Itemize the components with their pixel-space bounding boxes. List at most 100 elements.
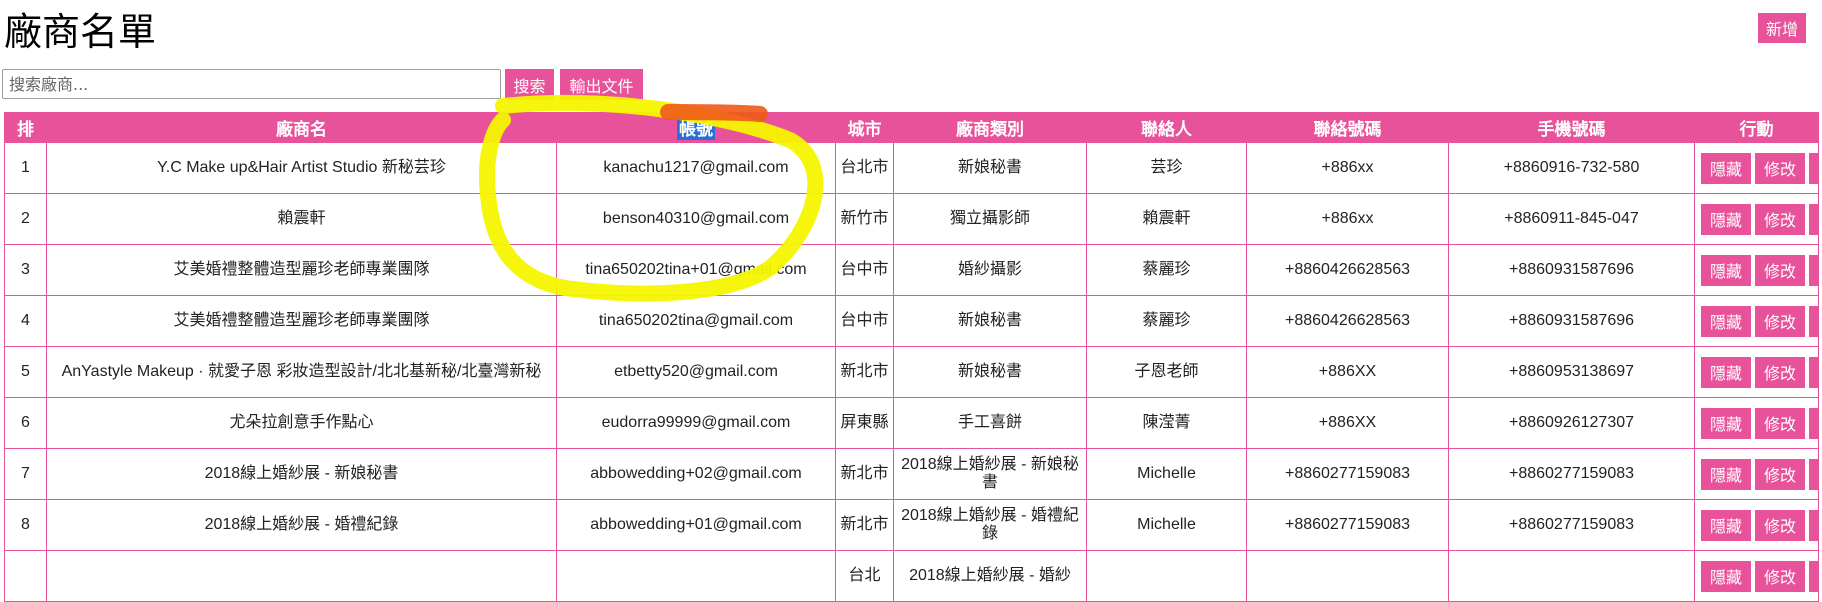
edit-button[interactable]: 修改 — [1755, 356, 1805, 388]
hide-button[interactable]: 隱藏 — [1701, 254, 1751, 286]
table-row: 1 Y.C Make up&Hair Artist Studio 新秘芸珍 kana… — [4, 142, 1819, 194]
column-header-account[interactable]: 帳號 — [556, 112, 836, 143]
cell-rank: 3 — [4, 244, 47, 296]
cell-account: abbowedding+02@gmail.com — [556, 448, 836, 500]
cell-vendor-name: Y.C Make up&Hair Artist Studio 新秘芸珍 — [46, 142, 557, 194]
hide-button[interactable]: 隱藏 — [1701, 305, 1751, 337]
column-header-vendor-type[interactable]: 廠商類別 — [893, 112, 1087, 143]
column-header-phone[interactable]: 聯絡號碼 — [1246, 112, 1449, 143]
cell-vendor-type: 手工喜餅 — [893, 397, 1087, 449]
cell-actions: 隱藏修改刪除 — [1694, 448, 1819, 500]
cell-city: 屏東縣 — [835, 397, 894, 449]
hide-button[interactable]: 隱藏 — [1701, 560, 1751, 592]
hide-button[interactable]: 隱藏 — [1701, 458, 1751, 490]
cell-account: abbowedding+01@gmail.com — [556, 499, 836, 551]
cell-vendor-type: 新娘秘書 — [893, 295, 1087, 347]
cell-mobile: +8860277159083 — [1448, 448, 1695, 500]
table-header-row: 排 廠商名 帳號 城市 廠商類別 聯絡人 聯絡號碼 手機號碼 行動 — [4, 112, 1819, 143]
delete-button[interactable]: 刪除 — [1809, 152, 1818, 184]
cell-city: 台中市 — [835, 244, 894, 296]
cell-actions: 隱藏修改刪除 — [1694, 397, 1819, 449]
cell-rank: 7 — [4, 448, 47, 500]
delete-button[interactable]: 刪除 — [1809, 407, 1818, 439]
add-vendor-button[interactable]: 新增 — [1758, 13, 1806, 43]
cell-city: 新北市 — [835, 448, 894, 500]
cell-city: 台北市 — [835, 142, 894, 194]
cell-actions: 隱藏修改刪除 — [1694, 193, 1819, 245]
search-input[interactable] — [2, 69, 501, 99]
cell-rank: 6 — [4, 397, 47, 449]
edit-button[interactable]: 修改 — [1755, 203, 1805, 235]
cell-account: tina650202tina+01@gmail.com — [556, 244, 836, 296]
edit-button[interactable]: 修改 — [1755, 254, 1805, 286]
cell-vendor-name: 尤朵拉創意手作點心 — [46, 397, 557, 449]
cell-vendor-name: AnYastyle Makeup · 就愛子恩 彩妝造型設計/北北基新秘/北臺灣… — [46, 346, 557, 398]
cell-phone — [1246, 550, 1449, 602]
hide-button[interactable]: 隱藏 — [1701, 509, 1751, 541]
delete-button[interactable]: 刪除 — [1809, 203, 1818, 235]
table-row: 7 2018線上婚紗展 - 新娘秘書 abbowedding+02@gmail.co… — [4, 448, 1819, 500]
table-row: 台北2018線上婚紗展 - 婚紗 隱藏修改刪除 — [4, 550, 1819, 602]
delete-button[interactable]: 刪除 — [1809, 356, 1818, 388]
cell-actions: 隱藏修改刪除 — [1694, 295, 1819, 347]
cell-mobile: +8860916-732-580 — [1448, 142, 1695, 194]
column-header-vendor-name[interactable]: 廠商名 — [46, 112, 557, 143]
cell-phone: +886XX — [1246, 346, 1449, 398]
column-header-rank[interactable]: 排 — [4, 112, 47, 143]
cell-mobile: +8860953138697 — [1448, 346, 1695, 398]
table-row: 5 AnYastyle Makeup · 就愛子恩 彩妝造型設計/北北基新秘/北臺… — [4, 346, 1819, 398]
cell-city: 新北市 — [835, 499, 894, 551]
cell-city: 新北市 — [835, 346, 894, 398]
cell-actions: 隱藏修改刪除 — [1694, 142, 1819, 194]
column-header-account-label: 帳號 — [677, 120, 715, 140]
cell-vendor-type: 婚紗攝影 — [893, 244, 1087, 296]
cell-mobile: +8860911-845-047 — [1448, 193, 1695, 245]
table-row: 2 賴震軒 benson40310@gmail.com 新竹市 獨立攝影師 賴震軒 +886… — [4, 193, 1819, 245]
edit-button[interactable]: 修改 — [1755, 152, 1805, 184]
hide-button[interactable]: 隱藏 — [1701, 356, 1751, 388]
delete-button[interactable]: 刪除 — [1809, 509, 1818, 541]
cell-account: kanachu1217@gmail.com — [556, 142, 836, 194]
cell-vendor-type: 獨立攝影師 — [893, 193, 1087, 245]
edit-button[interactable]: 修改 — [1755, 560, 1805, 592]
cell-actions: 隱藏修改刪除 — [1694, 550, 1819, 602]
table-row: 6 尤朵拉創意手作點心 eudorra99999@gmail.com 屏東縣 手工喜餅陳… — [4, 397, 1819, 449]
hide-button[interactable]: 隱藏 — [1701, 152, 1751, 184]
export-button[interactable]: 輸出文件 — [560, 69, 643, 100]
cell-account — [556, 550, 836, 602]
cell-vendor-type: 新娘秘書 — [893, 142, 1087, 194]
delete-button[interactable]: 刪除 — [1809, 305, 1818, 337]
column-header-city[interactable]: 城市 — [835, 112, 894, 143]
cell-mobile: +8860931587696 — [1448, 244, 1695, 296]
cell-phone: +886XX — [1246, 397, 1449, 449]
cell-contact: Michelle — [1086, 499, 1247, 551]
cell-vendor-name: 2018線上婚紗展 - 新娘秘書 — [46, 448, 557, 500]
cell-vendor-name: 艾美婚禮整體造型麗珍老師專業團隊 — [46, 244, 557, 296]
cell-actions: 隱藏修改刪除 — [1694, 499, 1819, 551]
cell-contact: 子恩老師 — [1086, 346, 1247, 398]
cell-mobile: +8860931587696 — [1448, 295, 1695, 347]
search-button[interactable]: 搜索 — [505, 69, 554, 100]
cell-account: eudorra99999@gmail.com — [556, 397, 836, 449]
column-header-actions: 行動 — [1694, 112, 1819, 143]
edit-button[interactable]: 修改 — [1755, 458, 1805, 490]
cell-city: 新竹市 — [835, 193, 894, 245]
delete-button[interactable]: 刪除 — [1809, 458, 1818, 490]
cell-vendor-type: 2018線上婚紗展 - 新娘秘書 — [893, 448, 1087, 500]
column-header-mobile[interactable]: 手機號碼 — [1448, 112, 1695, 143]
delete-button[interactable]: 刪除 — [1809, 254, 1818, 286]
hide-button[interactable]: 隱藏 — [1701, 203, 1751, 235]
column-header-contact[interactable]: 聯絡人 — [1086, 112, 1247, 143]
cell-account: tina650202tina@gmail.com — [556, 295, 836, 347]
edit-button[interactable]: 修改 — [1755, 509, 1805, 541]
delete-button[interactable]: 刪除 — [1809, 560, 1818, 592]
cell-contact — [1086, 550, 1247, 602]
edit-button[interactable]: 修改 — [1755, 407, 1805, 439]
cell-vendor-name: 2018線上婚紗展 - 婚禮紀錄 — [46, 499, 557, 551]
cell-contact: 芸珍 — [1086, 142, 1247, 194]
hide-button[interactable]: 隱藏 — [1701, 407, 1751, 439]
cell-account: benson40310@gmail.com — [556, 193, 836, 245]
cell-mobile — [1448, 550, 1695, 602]
cell-phone: +8860277159083 — [1246, 448, 1449, 500]
edit-button[interactable]: 修改 — [1755, 305, 1805, 337]
